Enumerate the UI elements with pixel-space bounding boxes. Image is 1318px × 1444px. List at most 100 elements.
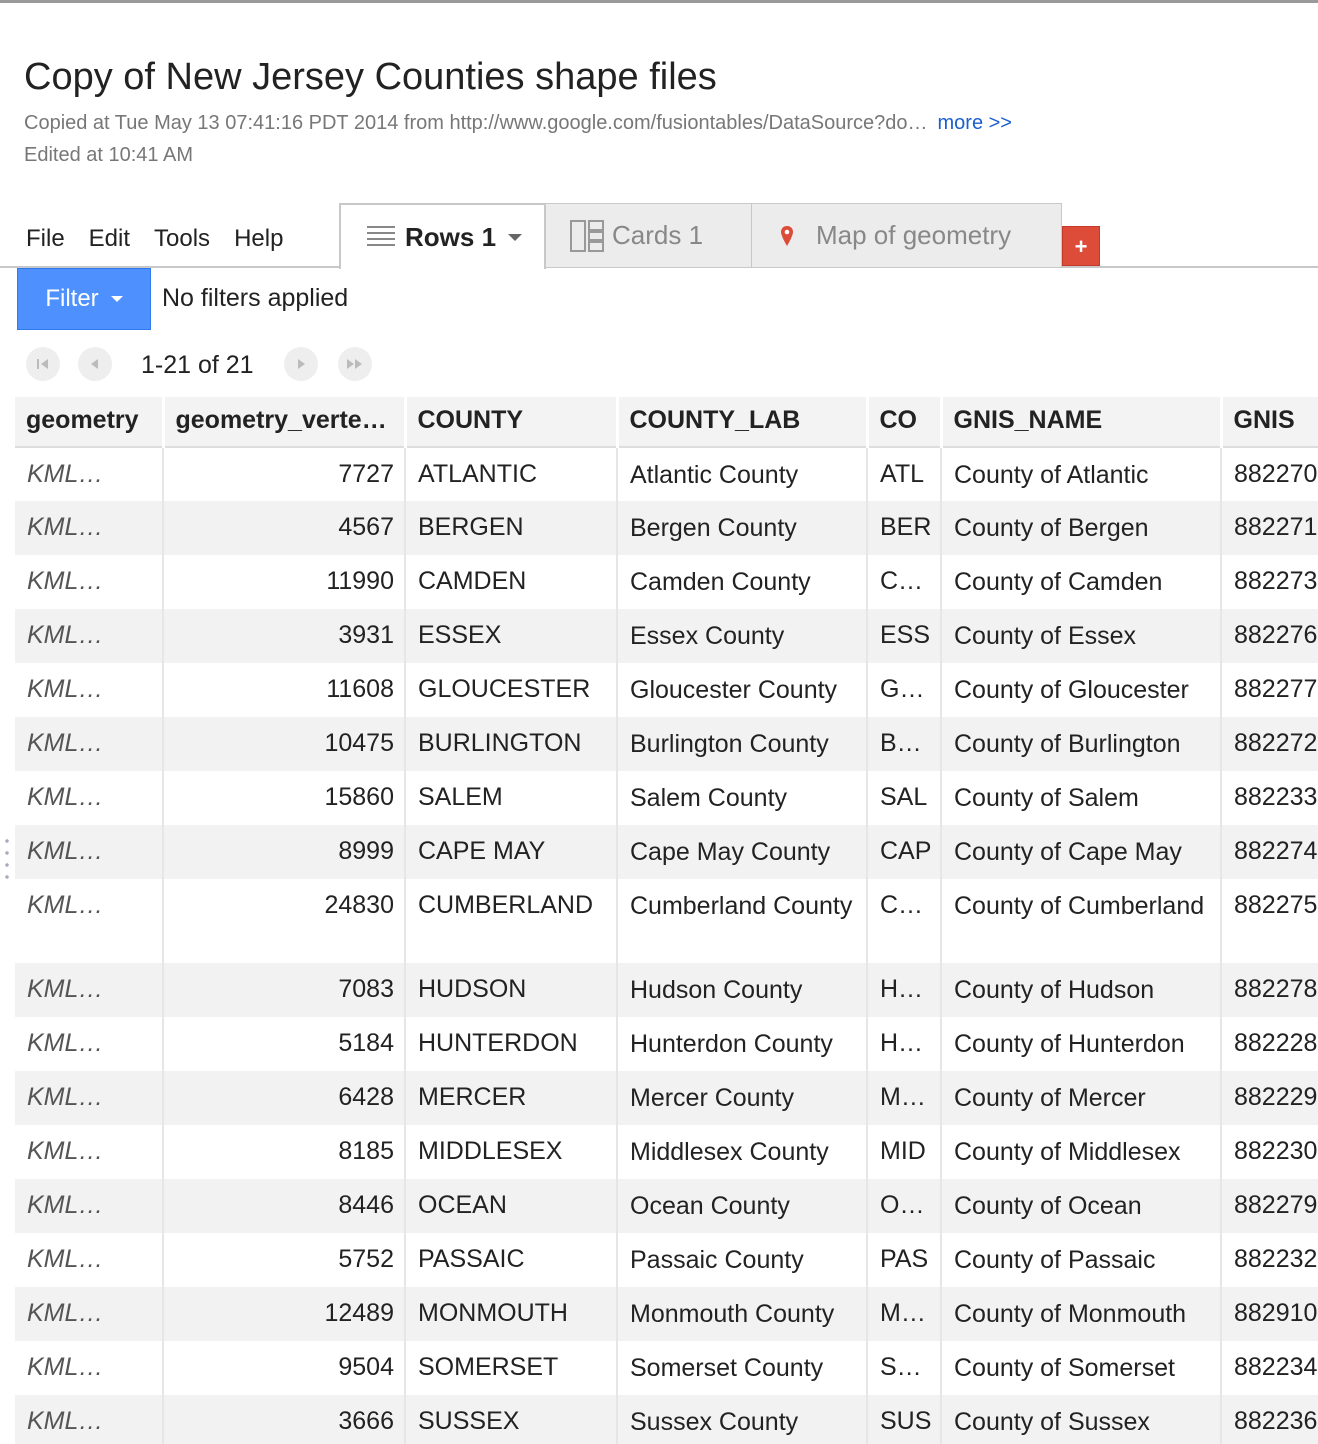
table-row[interactable]: KML… 10475 BURLINGTON Burlington County B… Co… xyxy=(15,717,1318,771)
cell-geometry[interactable]: KML… xyxy=(15,1017,164,1071)
cell-geometry[interactable]: KML… xyxy=(15,825,164,879)
cell-geometry[interactable]: KML… xyxy=(15,555,164,609)
next-page-icon[interactable] xyxy=(284,347,318,381)
table-row[interactable]: KML… 7727 ATLANTIC Atlantic County ATL County… xyxy=(15,447,1318,501)
column-header-county[interactable]: COUNTY xyxy=(405,397,619,448)
cell-geometry-vertex: 6428 xyxy=(163,1071,406,1125)
edited-info: Edited at 10:41 AM xyxy=(24,144,194,166)
tab-map[interactable]: Map of geometry xyxy=(751,203,1062,267)
cell-geometry-vertex: 11990 xyxy=(163,555,406,609)
table-row[interactable]: KML… 9504 SOMERSET Somerset County S… County … xyxy=(15,1341,1318,1395)
table-row[interactable]: KML… 11608 GLOUCESTER Gloucester County G… Co… xyxy=(15,663,1318,717)
filter-button[interactable]: Filter xyxy=(17,268,151,330)
first-page-icon[interactable] xyxy=(26,347,60,381)
table-row[interactable]: KML… 8999 CAPE MAY Cape May County CAP County… xyxy=(15,825,1318,879)
table-row[interactable]: KML… 3931 ESSEX Essex County ESS County of Es… xyxy=(15,609,1318,663)
table-row[interactable]: KML… 11990 CAMDEN Camden County C… County of … xyxy=(15,555,1318,609)
cell-geometry[interactable]: KML… xyxy=(15,1125,164,1179)
cell-co: BER xyxy=(867,501,942,555)
cell-geometry[interactable]: KML… xyxy=(15,501,164,555)
cell-geometry[interactable]: KML… xyxy=(15,879,164,963)
column-header-geometry-vertex[interactable]: geometry_verte… xyxy=(163,397,407,448)
cell-gnis: 882277 xyxy=(1234,675,1318,703)
cell-geometry[interactable]: KML… xyxy=(15,717,164,771)
resize-handle[interactable] xyxy=(4,835,10,883)
menu-file[interactable]: File xyxy=(0,220,77,260)
cell-geometry-vertex: 12489 xyxy=(163,1287,406,1341)
table-row[interactable]: KML… 15860 SALEM Salem County SAL County of S… xyxy=(15,771,1318,825)
cell-geometry[interactable]: KML… xyxy=(15,1287,164,1341)
cell-geometry[interactable]: KML… xyxy=(15,663,164,717)
cell-county: CAPE MAY xyxy=(405,825,618,879)
cell-co: ESS xyxy=(867,609,942,663)
cell-gnis: 882234 xyxy=(1234,1353,1318,1381)
prev-page-icon[interactable] xyxy=(78,347,112,381)
cell-gnis-name: County of Mercer xyxy=(941,1071,1222,1125)
table-row[interactable]: KML… 4567 BERGEN Bergen County BER County of … xyxy=(15,501,1318,555)
cell-geometry[interactable]: KML… xyxy=(15,1179,164,1233)
tab-cards-label: Cards 1 xyxy=(612,220,704,250)
cell-gnis-name: County of Burlington xyxy=(941,717,1222,771)
more-link[interactable]: more >> xyxy=(938,112,1012,134)
cell-gnis: 882276 xyxy=(1221,609,1318,663)
menu-bar: File Edit Tools Help xyxy=(0,220,295,260)
table-row[interactable]: KML… 7083 HUDSON Hudson County H… County of H… xyxy=(15,963,1318,1017)
column-header-gnis-name[interactable]: GNIS_NAME xyxy=(941,397,1223,448)
cell-geometry-vertex: 15860 xyxy=(163,771,406,825)
cell-geometry-vertex: 3666 xyxy=(163,1395,406,1444)
cell-geometry[interactable]: KML… xyxy=(15,1395,164,1444)
menu-tools[interactable]: Tools xyxy=(142,220,222,260)
last-page-icon[interactable] xyxy=(338,347,372,381)
menu-help[interactable]: Help xyxy=(222,220,295,260)
tab-map-label: Map of geometry xyxy=(816,220,1012,250)
column-header-county-lab[interactable]: COUNTY_LAB xyxy=(617,397,869,448)
cell-gnis-name: County of Camden xyxy=(941,555,1222,609)
cell-geometry[interactable]: KML… xyxy=(15,609,164,663)
column-header-geometry[interactable]: geometry xyxy=(15,397,165,448)
cell-gnis: 882229 xyxy=(1221,1071,1318,1125)
table-row[interactable]: KML… 6428 MERCER Mercer County M… County of M… xyxy=(15,1071,1318,1125)
chevron-down-icon[interactable] xyxy=(508,233,523,241)
cell-county: SALEM xyxy=(405,771,618,825)
cell-geometry[interactable]: KML… xyxy=(15,1071,164,1125)
cell-county: BERGEN xyxy=(405,501,618,555)
table-row[interactable]: KML… 8446 OCEAN Ocean County O… County of Oce… xyxy=(15,1179,1318,1233)
tab-cards[interactable]: Cards 1 xyxy=(545,203,752,267)
cell-gnis: 882274 xyxy=(1221,825,1318,879)
cell-county: CAMDEN xyxy=(405,555,618,609)
column-header-co[interactable]: CO xyxy=(867,397,943,448)
table-row[interactable]: KML… 8185 MIDDLESEX Middlesex County MID Coun… xyxy=(15,1125,1318,1179)
table-row[interactable]: KML… 24830 CUMBERLAND Cumberland County C… Co… xyxy=(15,879,1318,963)
cell-county: MIDDLESEX xyxy=(405,1125,618,1179)
cell-geometry[interactable]: KML… xyxy=(15,963,164,1017)
cell-co: SUS xyxy=(867,1395,942,1444)
cell-gnis-name: County of Monmouth xyxy=(941,1287,1222,1341)
cell-county-lab: Mercer County xyxy=(617,1071,868,1125)
table-row[interactable]: KML… 12489 MONMOUTH Monmouth County M… County… xyxy=(15,1287,1318,1341)
cell-county: MERCER xyxy=(405,1071,618,1125)
table-row[interactable]: KML… 3666 SUSSEX Sussex County SUS County of … xyxy=(15,1395,1318,1444)
cell-geometry[interactable]: KML… xyxy=(15,447,164,501)
table-row[interactable]: KML… 5184 HUNTERDON Hunterdon County H… Count… xyxy=(15,1017,1318,1071)
add-tab-button[interactable]: + xyxy=(1062,226,1100,266)
cell-geometry-vertex: 5752 xyxy=(163,1233,406,1287)
cell-county-lab: Gloucester County xyxy=(617,663,868,717)
menu-edit[interactable]: Edit xyxy=(77,220,142,260)
data-table: geometry geometry_verte… COUNTY COUNTY_L… xyxy=(15,397,1318,1444)
cell-geometry[interactable]: KML… xyxy=(15,771,164,825)
cell-gnis-name: County of Somerset xyxy=(941,1341,1222,1395)
tab-rows[interactable]: Rows 1 xyxy=(339,203,546,269)
cell-county-lab: Salem County xyxy=(617,771,868,825)
cell-county-lab: Ocean County xyxy=(617,1179,868,1233)
cell-gnis: 882910 xyxy=(1221,1287,1318,1341)
cell-co: H… xyxy=(867,1017,942,1071)
table-row[interactable]: KML… 5752 PASSAIC Passaic County PAS County o… xyxy=(15,1233,1318,1287)
cell-geometry[interactable]: KML… xyxy=(15,1233,164,1287)
cell-co: MID xyxy=(867,1125,942,1179)
cell-county: BURLINGTON xyxy=(405,717,618,771)
cell-geometry-vertex: 7083 xyxy=(163,963,406,1017)
cell-county-lab: Somerset County xyxy=(617,1341,868,1395)
cell-co: M… xyxy=(867,1071,942,1125)
cell-geometry[interactable]: KML… xyxy=(15,1341,164,1395)
column-header-gnis[interactable]: GNIS xyxy=(1221,397,1318,448)
